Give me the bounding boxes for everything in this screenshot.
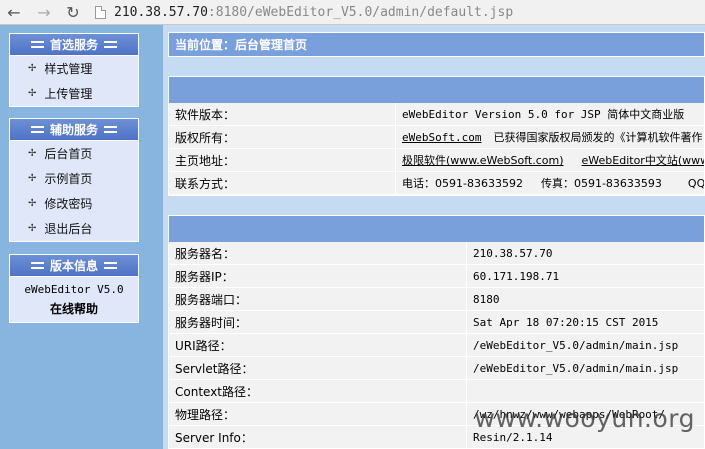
table-row: 服务器时间： Sat Apr 18 07:20:15 CST 2015 (169, 311, 704, 334)
version-body: eWebEditor V5.0 在线帮助 (10, 277, 138, 322)
url-path: :8180/eWebEditor_V5.0/admin/default.jsp (207, 5, 514, 20)
row-label: Servlet路径： (175, 361, 254, 376)
row-label: 主页地址： (175, 153, 236, 168)
browser-toolbar: ← → ↻ 210.38.57.70:8180/eWebEditor_V5.0/… (0, 0, 705, 25)
row-label: 物理路径： (175, 407, 236, 422)
row-value: 电话：0591-83633592 传真：0591-83633593 QQ：5 (395, 172, 704, 194)
menu-item-upload-manage[interactable]: ✢ 上传管理 (10, 81, 138, 106)
menu-item-label: 上传管理 (44, 87, 93, 101)
row-value: 60.171.198.71 (466, 265, 559, 287)
table-row: Servlet路径： /eWebEditor_V5.0/admin/main.js… (169, 357, 704, 380)
table-row: 软件版本： eWebEditor Version 5.0 for JSP 简体中… (169, 103, 704, 126)
row-label: 服务器IP： (175, 269, 234, 284)
contact-phone: 电话：0591-83633592 (402, 177, 523, 190)
watermark: www.wooyun.org (474, 404, 695, 433)
bullet-icon: ✢ (28, 63, 37, 74)
page-icon (95, 6, 106, 19)
menu-item-label: 修改密码 (44, 197, 93, 211)
row-label: URI路径： (175, 338, 232, 353)
panel-title: 首选服务 (49, 38, 98, 52)
bullet-icon: ✢ (28, 173, 37, 184)
menu-item-style-manage[interactable]: ✢ 样式管理 (10, 56, 138, 81)
row-value: /eWebEditor_V5.0/admin/main.jsp (466, 334, 678, 356)
panel-header: 首选服务 (10, 34, 138, 56)
main-content: 当前位置：后台管理首页 软件版本： eWebEditor Version 5.0… (163, 25, 705, 449)
row-value (466, 380, 473, 402)
table-header (169, 216, 704, 242)
row-label: 联系方式： (175, 176, 236, 191)
menu-item-change-password[interactable]: ✢ 修改密码 (10, 191, 138, 216)
row-value: 210.38.57.70 (466, 242, 552, 264)
row-value: Sat Apr 18 07:20:15 CST 2015 (466, 311, 658, 333)
panel-version-info: 版本信息 eWebEditor V5.0 在线帮助 (9, 254, 139, 323)
menu-bars-icon (30, 262, 44, 269)
menu-item-example-home[interactable]: ✢ 示例首页 (10, 166, 138, 191)
row-value: eWebSoft.com 已获得国家版权局颁发的《计算机软件著作 (395, 126, 702, 148)
row-label: Server Info： (175, 430, 253, 445)
row-label: 服务器名： (175, 246, 236, 261)
row-label: 服务器时间： (175, 315, 248, 330)
reload-icon[interactable]: ↻ (63, 2, 83, 22)
table-row: 服务器名： 210.38.57.70 (169, 242, 704, 265)
menu-item-label: 样式管理 (44, 62, 93, 76)
menu-item-label: 示例首页 (44, 172, 93, 186)
row-label: 版权所有： (175, 130, 236, 145)
panel-auxiliary-services: 辅助服务 ✢ 后台首页 ✢ 示例首页 ✢ 修改密码 ✢ 退出后台 (9, 118, 139, 242)
menu-bars-icon (104, 41, 117, 48)
table-row: 联系方式： 电话：0591-83633592 传真：0591-83633593 … (169, 172, 704, 195)
panel-title: 辅助服务 (49, 123, 98, 137)
contact-fax: 传真：0591-83633593 (540, 177, 662, 190)
row-value: 8180 (466, 288, 500, 310)
bullet-icon: ✢ (28, 148, 37, 159)
panel-header: 版本信息 (10, 255, 138, 277)
homepage-link-ewebeditor[interactable]: eWebEditor中文站(www.e (582, 152, 704, 168)
menu-bars-icon (104, 262, 117, 269)
table-header (169, 77, 704, 103)
panel-title: 版本信息 (49, 259, 98, 273)
table-row: 版权所有： eWebSoft.com 已获得国家版权局颁发的《计算机软件著作 (169, 126, 704, 149)
version-text: eWebEditor V5.0 (24, 283, 124, 296)
menu-item-admin-home[interactable]: ✢ 后台首页 (10, 141, 138, 166)
row-value: 极限软件(www.eWebSoft.com) eWebEditor中文站(www… (395, 149, 704, 171)
current-location: 当前位置：后台管理首页 (168, 32, 705, 57)
panel-preferred-services: 首选服务 ✢ 样式管理 ✢ 上传管理 (9, 33, 139, 107)
bullet-icon: ✢ (28, 223, 37, 234)
menu-bars-icon (30, 126, 44, 133)
online-help-link[interactable]: 在线帮助 (10, 299, 138, 319)
software-info-table: 软件版本： eWebEditor Version 5.0 for JSP 简体中… (168, 76, 705, 196)
panel-header: 辅助服务 (10, 119, 138, 141)
menu-item-logout[interactable]: ✢ 退出后台 (10, 216, 138, 241)
table-row: Context路径： (169, 380, 704, 403)
row-label: 服务器端口： (175, 292, 248, 307)
address-bar[interactable]: 210.38.57.70:8180/eWebEditor_V5.0/admin/… (95, 3, 701, 22)
bullet-icon: ✢ (28, 198, 37, 209)
table-row: 服务器端口： 8180 (169, 288, 704, 311)
row-label: 软件版本： (175, 107, 236, 122)
menu-bars-icon (104, 126, 117, 133)
forward-icon[interactable]: → (34, 2, 54, 22)
row-value: eWebEditor Version 5.0 for JSP 简体中文商业版 (395, 103, 684, 125)
sidebar: 首选服务 ✢ 样式管理 ✢ 上传管理 辅助服务 ✢ 后台首页 ✢ 示例首页 ✢ 修改密码 … (0, 25, 163, 449)
table-row: URI路径： /eWebEditor_V5.0/admin/main.jsp (169, 334, 704, 357)
homepage-link-ewebsoft[interactable]: 极限软件(www.eWebSoft.com) (402, 152, 564, 168)
row-value: /eWebEditor_V5.0/admin/main.jsp (466, 357, 678, 379)
menu-bars-icon (30, 41, 44, 48)
contact-qq: QQ：5 (687, 177, 704, 190)
row-label: Context路径： (175, 384, 259, 399)
copyright-text: 已获得国家版权局颁发的《计算机软件著作 (493, 131, 703, 144)
back-icon[interactable]: ← (4, 2, 24, 22)
menu-item-label: 后台首页 (44, 147, 93, 161)
copyright-link[interactable]: eWebSoft.com (402, 131, 481, 144)
table-row: 服务器IP： 60.171.198.71 (169, 265, 704, 288)
bullet-icon: ✢ (28, 88, 37, 99)
table-row: 主页地址： 极限软件(www.eWebSoft.com) eWebEditor中… (169, 149, 704, 172)
url-host: 210.38.57.70 (114, 5, 208, 20)
menu-item-label: 退出后台 (44, 222, 93, 236)
